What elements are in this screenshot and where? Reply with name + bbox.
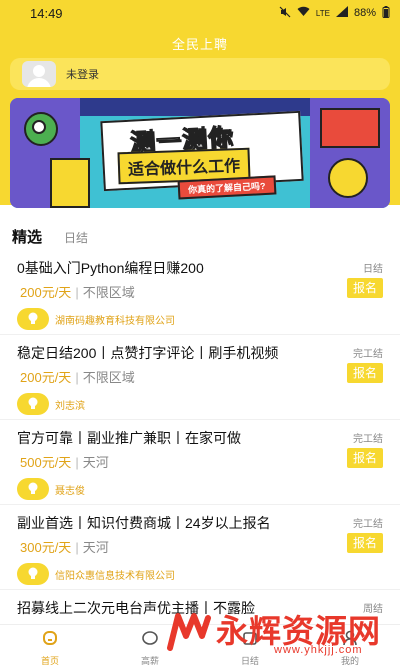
company-name: 刘志滨	[55, 400, 85, 412]
battery-level: 88%	[353, 7, 376, 19]
promo-banner[interactable]: 测一测你 适合做什么工作 你真的了解自己吗?	[10, 98, 390, 208]
tab-featured[interactable]: 精选	[12, 226, 42, 247]
job-area: 不限区域	[82, 370, 135, 385]
tab-daily-pay[interactable]: 日结	[64, 229, 88, 246]
lightbulb-icon	[17, 563, 49, 585]
watermark: 永辉资源网 www.yhkjjj.com	[164, 604, 394, 664]
money-icon	[141, 629, 159, 652]
watermark-url: www.yhkjjj.com	[274, 644, 363, 656]
mute-icon	[279, 6, 291, 21]
nav-high-pay-label: 高薪	[140, 656, 159, 666]
status-time: 14:49	[30, 5, 63, 21]
job-list: 0基础入门Python编程日赚200 日结 200元/天 | 不限区域 报名 湖南码…	[0, 250, 400, 630]
job-title[interactable]: 稳定日结200丨点赞打字评论丨刷手机视频	[17, 343, 278, 363]
status-bar: 14:49 LTE 88%	[0, 0, 400, 26]
company-name: 信阳众惠信息技术有限公司	[55, 570, 175, 582]
job-title[interactable]: 官方可靠丨副业推广兼职丨在家可做	[17, 428, 241, 448]
company-name: 湖南码趣教育科技有限公司	[55, 315, 175, 327]
page-title: 全民上聘	[171, 37, 228, 52]
job-salary-row: 200元/天 | 不限区域	[20, 285, 135, 300]
avatar[interactable]	[22, 61, 56, 87]
watermark-logo	[167, 613, 211, 651]
status-icons: LTE 88%	[279, 5, 390, 21]
signal-icon	[335, 6, 348, 20]
job-card[interactable]: 官方可靠丨副业推广兼职丨在家可做 完工结 500元/天 | 天河 报名 聂志俊	[0, 420, 400, 505]
job-salary-row: 300元/天 | 天河	[20, 540, 109, 555]
apply-button[interactable]: 报名	[347, 533, 383, 553]
job-salary: 200元/天	[20, 285, 72, 300]
payment-type: 完工结	[353, 349, 383, 360]
login-status-label[interactable]: 未登录	[66, 66, 99, 82]
category-tabs: 精选 日结	[12, 226, 88, 247]
company-name: 聂志俊	[55, 485, 85, 497]
payment-type: 完工结	[353, 519, 383, 530]
apply-button[interactable]: 报名	[347, 448, 383, 468]
job-salary: 500元/天	[20, 455, 72, 470]
apply-button[interactable]: 报名	[347, 363, 383, 383]
wifi-icon	[297, 6, 310, 20]
job-salary-row: 200元/天 | 不限区域	[20, 370, 135, 385]
job-card[interactable]: 副业首选丨知识付费商城丨24岁以上报名 完工结 300元/天 | 天河 报名 信阳众…	[0, 505, 400, 590]
job-salary-row: 500元/天 | 天河	[20, 455, 109, 470]
company-row: 刘志滨	[17, 393, 85, 415]
company-row: 湖南码趣教育科技有限公司	[17, 308, 175, 330]
job-salary: 300元/天	[20, 540, 72, 555]
battery-icon	[382, 5, 390, 21]
apply-button[interactable]: 报名	[347, 278, 383, 298]
lightbulb-icon	[17, 308, 49, 330]
signal-label: LTE	[315, 8, 330, 18]
nav-home-label: 首页	[40, 656, 59, 666]
payment-type: 完工结	[353, 434, 383, 445]
job-area: 不限区域	[82, 285, 135, 300]
job-salary: 200元/天	[20, 370, 72, 385]
job-title[interactable]: 副业首选丨知识付费商城丨24岁以上报名	[17, 513, 271, 533]
payment-type: 日结	[363, 264, 383, 275]
lightbulb-icon	[17, 393, 49, 415]
job-title[interactable]: 0基础入门Python编程日赚200	[17, 258, 204, 278]
company-row: 聂志俊	[17, 478, 85, 500]
job-card[interactable]: 0基础入门Python编程日赚200 日结 200元/天 | 不限区域 报名 湖南码…	[0, 250, 400, 335]
login-row[interactable]: 未登录	[10, 58, 390, 90]
lightbulb-icon	[17, 478, 49, 500]
job-area: 天河	[82, 540, 109, 555]
company-row: 信阳众惠信息技术有限公司	[17, 563, 175, 585]
job-area: 天河	[82, 455, 109, 470]
nav-home[interactable]: 首页	[20, 629, 80, 666]
home-icon	[41, 629, 59, 652]
job-card[interactable]: 稳定日结200丨点赞打字评论丨刷手机视频 完工结 200元/天 | 不限区域 报名 …	[0, 335, 400, 420]
